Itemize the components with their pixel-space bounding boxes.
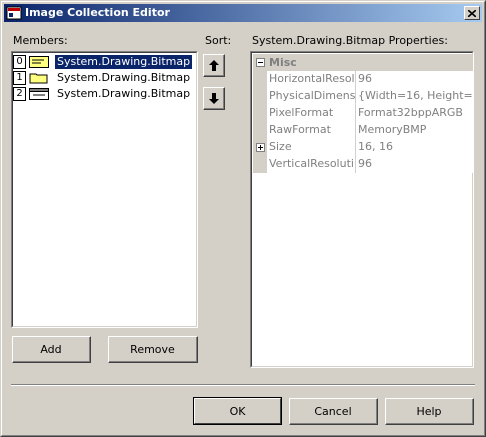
- property-name: Size: [267, 139, 356, 156]
- properties-header: System.Drawing.Bitmap Properties:: [252, 34, 448, 47]
- member-name: System.Drawing.Bitmap: [55, 55, 193, 69]
- property-row[interactable]: VerticalResoluti 96: [253, 156, 473, 173]
- window-title: Image Collection Editor: [25, 6, 170, 19]
- property-value: Format32bppARGB: [356, 105, 473, 122]
- ok-button[interactable]: OK: [193, 397, 282, 425]
- property-grid[interactable]: Misc HorizontalResol 96 PhysicalDimensi …: [250, 51, 474, 368]
- move-down-button[interactable]: [203, 87, 225, 110]
- property-value: {Width=16, Height=16}: [356, 88, 473, 105]
- separator: [11, 384, 475, 386]
- folder-thumbnail-icon: [29, 73, 48, 84]
- property-row[interactable]: PixelFormat Format32bppARGB: [253, 105, 473, 122]
- sort-label: Sort:: [205, 34, 232, 47]
- members-list[interactable]: 0 System.Drawing.Bitmap 1 System.Drawing…: [11, 51, 198, 328]
- collapse-icon[interactable]: [256, 58, 265, 67]
- list-item[interactable]: 1 System.Drawing.Bitmap: [12, 70, 192, 86]
- property-value: 16, 16: [356, 139, 473, 156]
- category-row[interactable]: Misc: [253, 54, 473, 71]
- category-label: Misc: [269, 56, 297, 69]
- property-row[interactable]: RawFormat MemoryBMP: [253, 122, 473, 139]
- member-name: System.Drawing.Bitmap: [57, 71, 191, 84]
- bitmap-thumbnail-icon: [29, 56, 49, 68]
- property-name: VerticalResoluti: [267, 156, 356, 173]
- property-name: HorizontalResol: [267, 71, 356, 88]
- property-name: PhysicalDimensi: [267, 88, 356, 105]
- property-value: MemoryBMP: [356, 122, 473, 139]
- arrow-up-icon: [208, 59, 219, 71]
- members-label: Members:: [13, 34, 68, 47]
- remove-button[interactable]: Remove: [108, 336, 198, 363]
- window-thumbnail-icon: [29, 88, 49, 100]
- property-row[interactable]: HorizontalResol 96: [253, 71, 473, 88]
- member-index: 2: [13, 87, 26, 101]
- property-row[interactable]: PhysicalDimensi {Width=16, Height=16}: [253, 88, 473, 105]
- member-name: System.Drawing.Bitmap: [57, 87, 191, 100]
- list-item[interactable]: 0 System.Drawing.Bitmap: [12, 54, 193, 70]
- close-icon: [468, 9, 476, 17]
- close-button[interactable]: [464, 6, 480, 20]
- app-icon: [6, 6, 22, 20]
- member-index: 0: [13, 55, 26, 69]
- add-button[interactable]: Add: [12, 336, 91, 363]
- property-row[interactable]: Size 16, 16: [253, 139, 473, 156]
- help-button[interactable]: Help: [385, 398, 474, 425]
- list-item[interactable]: 2 System.Drawing.Bitmap: [12, 86, 192, 102]
- property-value: 96: [356, 71, 473, 88]
- dialog-window: Image Collection Editor Members: 0 Syste…: [0, 0, 486, 437]
- cancel-button[interactable]: Cancel: [289, 398, 378, 425]
- property-name: PixelFormat: [267, 105, 356, 122]
- arrow-down-icon: [208, 92, 219, 104]
- property-value: 96: [356, 156, 473, 173]
- title-bar[interactable]: Image Collection Editor: [4, 4, 482, 22]
- member-index: 1: [13, 71, 26, 85]
- expand-icon[interactable]: [256, 143, 265, 152]
- property-name: RawFormat: [267, 122, 356, 139]
- move-up-button[interactable]: [203, 54, 225, 77]
